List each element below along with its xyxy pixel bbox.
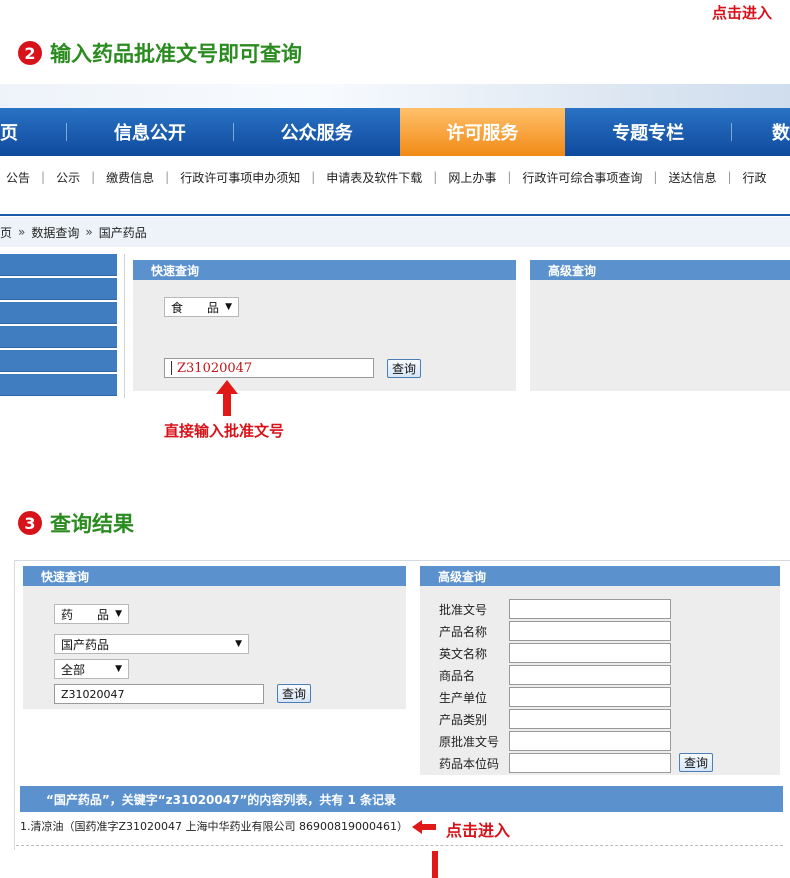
- subnav-item-delivery[interactable]: 送达信息: [668, 169, 716, 186]
- click-to-enter-hint: 点击进入: [446, 821, 511, 840]
- subnav-divider: [0, 214, 790, 216]
- approval-number-input[interactable]: Z31020047: [164, 358, 374, 378]
- field-label: 生产单位: [439, 691, 488, 705]
- product-category-field[interactable]: [509, 709, 671, 729]
- subcategory-select[interactable]: 国产药品 ▼: [54, 634, 249, 654]
- quick-query-panel-result: 快速查询 药 品 ▼ 国产药品 ▼ 全部 ▼ Z31020047 查询: [23, 566, 406, 709]
- field-label: 产品类别: [439, 713, 488, 727]
- advanced-query-header: 高级查询: [420, 566, 780, 586]
- breadcrumb-data-query[interactable]: 数据查询: [31, 224, 79, 241]
- red-down-arrow-icon: [432, 851, 438, 878]
- subnav-item-online[interactable]: 网上办事: [448, 169, 496, 186]
- red-left-arrow-icon: [412, 820, 436, 834]
- frame-left-border: [14, 560, 15, 850]
- subnav-item-fees[interactable]: 缴费信息: [106, 169, 154, 186]
- annotation-direct-input: 直接输入批准文号: [164, 422, 285, 440]
- advanced-query-panel: 高级查询: [530, 260, 790, 391]
- step3-number-badge: 3: [18, 511, 42, 535]
- advanced-query-panel-result: 高级查询 批准文号 产品名称 英文名称 商品名 生产单位 产品类别 原批准文号 …: [420, 566, 780, 775]
- field-label: 批准文号: [439, 603, 488, 617]
- nav-item-special-topics[interactable]: 专题专栏: [565, 108, 731, 156]
- nav-item-home[interactable]: 页: [0, 108, 40, 156]
- quick-query-header: 快速查询: [133, 260, 516, 280]
- quick-query-panel: 快速查询 食 品 ▼ Z31020047 查询: [133, 260, 516, 391]
- approval-number-field[interactable]: [509, 599, 671, 619]
- nav-item-data[interactable]: 数: [732, 108, 790, 156]
- text-cursor: [171, 361, 172, 375]
- sidebar-item[interactable]: [0, 302, 117, 324]
- trade-name-field[interactable]: [509, 665, 671, 685]
- field-label: 英文名称: [439, 647, 488, 661]
- breadcrumb-domestic-drugs: 国产药品: [98, 225, 147, 240]
- result-summary: “国产药品”，关键字“z31020047”的内容列表，共有 1 条记录: [20, 786, 783, 812]
- breadcrumb: 页 » 数据查询 » 国产药品: [0, 217, 790, 247]
- field-label: 商品名: [439, 669, 476, 683]
- subnav-item-more[interactable]: 行政: [743, 169, 767, 186]
- header-banner: [0, 84, 790, 110]
- drug-standard-code-field[interactable]: [509, 753, 671, 773]
- step2-title-text: 输入药品批准文号即可查询: [50, 42, 302, 66]
- chevron-down-icon: ▼: [235, 639, 242, 649]
- keyword-input[interactable]: Z31020047: [54, 684, 264, 704]
- subnav-item-query[interactable]: 行政许可综合事项查询: [522, 169, 642, 186]
- sidebar-item[interactable]: [0, 254, 117, 276]
- manufacturer-field[interactable]: [509, 687, 671, 707]
- step3-title: 3 查询结果: [18, 508, 134, 538]
- field-label: 产品名称: [439, 625, 488, 639]
- frame-top-border: [14, 560, 790, 561]
- english-name-field[interactable]: [509, 643, 671, 663]
- advanced-search-button[interactable]: 查询: [679, 753, 713, 772]
- subnav-item-downloads[interactable]: 申请表及软件下载: [326, 169, 422, 186]
- sidebar-item[interactable]: [0, 278, 117, 300]
- field-label: 药品本位码: [439, 757, 500, 771]
- category-select[interactable]: 药 品 ▼: [54, 604, 129, 624]
- subnav-item-announce[interactable]: 公告: [6, 169, 30, 186]
- sidebar-item[interactable]: [0, 350, 117, 372]
- chevron-down-icon: ▼: [115, 664, 122, 674]
- quick-query-header: 快速查询: [23, 566, 406, 586]
- main-nav: 页 信息公开 公众服务 许可服务 专题专栏 数: [0, 108, 790, 156]
- step3-title-text: 查询结果: [50, 512, 134, 536]
- step2-number-badge: 2: [18, 41, 42, 65]
- sidebar-item[interactable]: [0, 374, 117, 396]
- search-button[interactable]: 查询: [387, 359, 421, 378]
- advanced-query-header: 高级查询: [530, 260, 790, 280]
- step2-title: 2 输入药品批准文号即可查询: [18, 38, 302, 68]
- original-approval-number-field[interactable]: [509, 731, 671, 751]
- category-select[interactable]: 食 品 ▼: [164, 297, 239, 317]
- chevron-down-icon: ▼: [225, 302, 232, 312]
- sidebar-item[interactable]: [0, 326, 117, 348]
- subnav-item-publicity[interactable]: 公示: [56, 169, 80, 186]
- nav-item-info-public[interactable]: 信息公开: [67, 108, 233, 156]
- sub-nav: 公告 | 公示 | 缴费信息 | 行政许可事项申办须知 | 申请表及软件下载 | 网上办事…: [6, 169, 767, 186]
- left-sidebar: [0, 254, 117, 398]
- subnav-item-guide[interactable]: 行政许可事项申办须知: [180, 169, 300, 186]
- search-button[interactable]: 查询: [277, 684, 311, 703]
- field-label: 原批准文号: [439, 735, 500, 749]
- breadcrumb-home[interactable]: 页: [0, 224, 12, 241]
- nav-item-public-service[interactable]: 公众服务: [234, 108, 400, 156]
- red-up-arrow-icon: [216, 380, 238, 416]
- scope-select[interactable]: 全部 ▼: [54, 659, 129, 679]
- chevron-down-icon: ▼: [115, 609, 122, 619]
- result-list-item[interactable]: 1.清凉油（国药准字Z31020047 上海中华药业有限公司 869008190…: [20, 818, 408, 834]
- result-divider: [16, 845, 783, 846]
- divider: [124, 254, 125, 398]
- click-to-enter-hint-top: 点击进入: [711, 4, 772, 22]
- product-name-field[interactable]: [509, 621, 671, 641]
- nav-item-license-service[interactable]: 许可服务: [399, 108, 566, 156]
